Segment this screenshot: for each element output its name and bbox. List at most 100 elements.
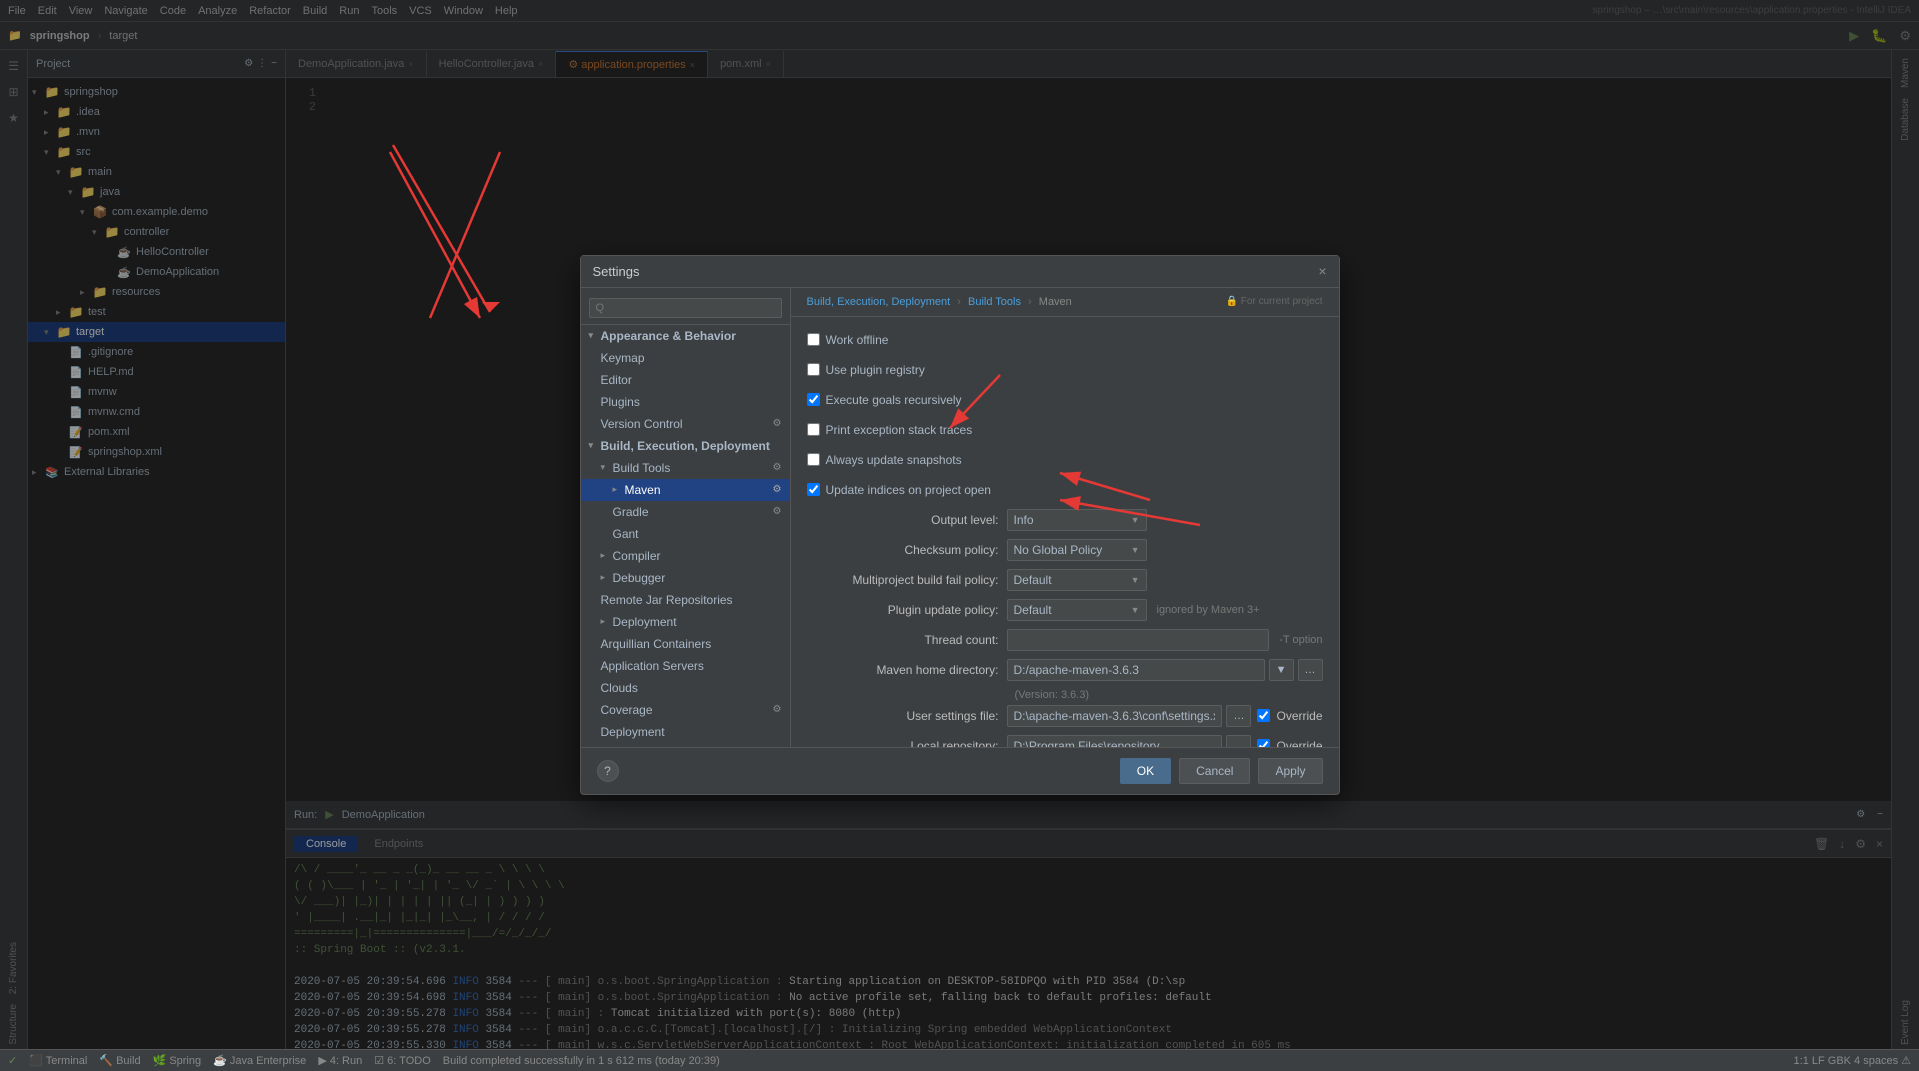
build-btn[interactable]: 🔨 Build bbox=[99, 1054, 140, 1067]
output-level-dropdown[interactable]: Info ▼ bbox=[1007, 509, 1147, 531]
execute-goals-label[interactable]: Execute goals recursively bbox=[807, 393, 962, 407]
user-settings-override-text: Override bbox=[1276, 709, 1322, 723]
run-btn[interactable]: ▶ 4: Run bbox=[318, 1054, 362, 1067]
maven-version-text: (Version: 3.6.3) bbox=[807, 689, 1323, 701]
breadcrumb-sep1: › bbox=[957, 296, 961, 308]
terminal-btn[interactable]: ⬛ Terminal bbox=[29, 1054, 87, 1067]
breadcrumb-build-exec[interactable]: Build, Execution, Deployment bbox=[807, 296, 951, 308]
local-repo-override-label[interactable]: Override bbox=[1257, 739, 1322, 747]
settings-item-editor[interactable]: Editor bbox=[581, 369, 790, 391]
update-indices-checkbox[interactable] bbox=[807, 483, 820, 496]
execute-goals-checkbox[interactable] bbox=[807, 393, 820, 406]
spring-btn[interactable]: 🌿 Spring bbox=[153, 1054, 202, 1067]
always-update-checkbox[interactable] bbox=[807, 453, 820, 466]
settings-item-debugger[interactable]: ▸ Debugger bbox=[581, 567, 790, 589]
settings-content: Build, Execution, Deployment › Build Too… bbox=[791, 288, 1339, 747]
settings-item-build-exec[interactable]: ▾ Build, Execution, Deployment bbox=[581, 435, 790, 457]
settings-item-clouds[interactable]: Clouds bbox=[581, 677, 790, 699]
settings-item-vcs[interactable]: Version Control ⚙ bbox=[581, 413, 790, 435]
settings-item-compiler[interactable]: ▸ Compiler bbox=[581, 545, 790, 567]
form-row-local-repo: Local repository: … Override bbox=[807, 735, 1323, 747]
help-button[interactable]: ? bbox=[597, 760, 619, 782]
dialog-close-button[interactable]: × bbox=[1318, 263, 1326, 279]
maven-home-browse-btn[interactable]: … bbox=[1298, 659, 1323, 681]
settings-item-app-servers[interactable]: Application Servers bbox=[581, 655, 790, 677]
update-indices-label[interactable]: Update indices on project open bbox=[807, 483, 991, 497]
user-settings-input[interactable] bbox=[1007, 705, 1223, 727]
output-level-label: Output level: bbox=[807, 513, 1007, 527]
thread-count-input[interactable] bbox=[1007, 629, 1270, 651]
settings-label-arquillian: Arquillian Containers bbox=[601, 637, 712, 651]
settings-search-input[interactable] bbox=[589, 298, 782, 318]
work-offline-checkbox[interactable] bbox=[807, 333, 820, 346]
checksum-policy-label: Checksum policy: bbox=[807, 543, 1007, 557]
user-settings-label: User settings file: bbox=[807, 709, 1007, 723]
work-offline-text: Work offline bbox=[826, 333, 889, 347]
plugin-update-value: Default bbox=[1014, 603, 1052, 617]
user-settings-path-row: … bbox=[1007, 705, 1252, 727]
user-settings-override-checkbox[interactable] bbox=[1257, 709, 1270, 722]
for-project-label: 🔒 For current project bbox=[1226, 296, 1323, 307]
plugin-registry-label[interactable]: Use plugin registry bbox=[807, 363, 925, 377]
user-settings-override-label[interactable]: Override bbox=[1257, 709, 1322, 723]
settings-label-deployment2: Deployment bbox=[601, 725, 665, 739]
plugin-update-hint: ignored by Maven 3+ bbox=[1157, 604, 1260, 616]
settings-item-arquillian[interactable]: Arquillian Containers bbox=[581, 633, 790, 655]
settings-item-plugins[interactable]: Plugins bbox=[581, 391, 790, 413]
settings-label-maven: Maven bbox=[625, 483, 661, 497]
maven-home-input[interactable] bbox=[1007, 659, 1265, 681]
dialog-footer: ? OK Cancel Apply bbox=[581, 747, 1339, 794]
local-repo-input[interactable] bbox=[1007, 735, 1223, 747]
settings-item-appearance[interactable]: ▾ Appearance & Behavior bbox=[581, 325, 790, 347]
plugin-update-field: Default ▼ ignored by Maven 3+ bbox=[1007, 599, 1323, 621]
maven-home-field: ▼ … bbox=[1007, 659, 1323, 681]
always-update-label[interactable]: Always update snapshots bbox=[807, 453, 962, 467]
local-repo-field: … Override bbox=[1007, 735, 1323, 747]
gradle-gear-icon: ⚙ bbox=[773, 506, 782, 517]
settings-item-gradle[interactable]: Gradle ⚙ bbox=[581, 501, 790, 523]
multiproject-dropdown[interactable]: Default ▼ bbox=[1007, 569, 1147, 591]
settings-breadcrumb: Build, Execution, Deployment › Build Too… bbox=[791, 288, 1339, 317]
dialog-title: Settings bbox=[593, 264, 640, 279]
form-row-print-exception: Print exception stack traces bbox=[807, 419, 1323, 441]
ok-button[interactable]: OK bbox=[1120, 758, 1171, 784]
java-enterprise-btn[interactable]: ☕ Java Enterprise bbox=[213, 1054, 306, 1067]
todo-btn[interactable]: ☑ 6: TODO bbox=[374, 1054, 431, 1067]
update-indices-text: Update indices on project open bbox=[826, 483, 991, 497]
status-bar: ✓ ⬛ Terminal 🔨 Build 🌿 Spring ☕ Java Ent… bbox=[0, 1049, 1919, 1071]
build-tools-gear-icon: ⚙ bbox=[773, 462, 782, 473]
plugin-update-dropdown[interactable]: Default ▼ bbox=[1007, 599, 1147, 621]
settings-label-build-tools: Build Tools bbox=[613, 461, 671, 475]
checksum-arrow: ▼ bbox=[1131, 545, 1140, 555]
print-exception-label[interactable]: Print exception stack traces bbox=[807, 423, 973, 437]
plugin-registry-checkbox[interactable] bbox=[807, 363, 820, 376]
settings-item-keymap[interactable]: Keymap bbox=[581, 347, 790, 369]
cancel-button[interactable]: Cancel bbox=[1179, 758, 1250, 784]
user-settings-browse-btn[interactable]: … bbox=[1226, 705, 1251, 727]
build-status-icon: ✓ bbox=[8, 1054, 17, 1067]
local-repo-override-checkbox[interactable] bbox=[1257, 739, 1270, 747]
local-repo-browse-btn[interactable]: … bbox=[1226, 735, 1251, 747]
print-exception-checkbox[interactable] bbox=[807, 423, 820, 436]
output-level-field: Info ▼ bbox=[1007, 509, 1323, 531]
settings-item-deployment[interactable]: ▸ Deployment bbox=[581, 611, 790, 633]
apply-button[interactable]: Apply bbox=[1258, 758, 1322, 784]
settings-item-remote-jar[interactable]: Remote Jar Repositories bbox=[581, 589, 790, 611]
form-row-always-update: Always update snapshots bbox=[807, 449, 1323, 471]
settings-item-deployment2[interactable]: Deployment bbox=[581, 721, 790, 743]
form-row-checksum-policy: Checksum policy: No Global Policy ▼ bbox=[807, 539, 1323, 561]
settings-label-editor: Editor bbox=[601, 373, 632, 387]
work-offline-label[interactable]: Work offline bbox=[807, 333, 889, 347]
settings-item-build-tools[interactable]: ▾ Build Tools ⚙ bbox=[581, 457, 790, 479]
multiproject-field: Default ▼ bbox=[1007, 569, 1323, 591]
maven-home-dropdown-btn[interactable]: ▼ bbox=[1269, 659, 1294, 681]
breadcrumb-build-tools[interactable]: Build Tools bbox=[968, 296, 1021, 308]
settings-label-keymap: Keymap bbox=[601, 351, 645, 365]
settings-item-maven[interactable]: ▸ Maven ⚙ bbox=[581, 479, 790, 501]
settings-nav: ▾ Appearance & Behavior Keymap Editor Pl… bbox=[581, 288, 791, 747]
settings-label-plugins: Plugins bbox=[601, 395, 640, 409]
settings-item-gant[interactable]: Gant bbox=[581, 523, 790, 545]
settings-label-deployment: Deployment bbox=[613, 615, 677, 629]
settings-item-coverage[interactable]: Coverage ⚙ bbox=[581, 699, 790, 721]
checksum-policy-dropdown[interactable]: No Global Policy ▼ bbox=[1007, 539, 1147, 561]
